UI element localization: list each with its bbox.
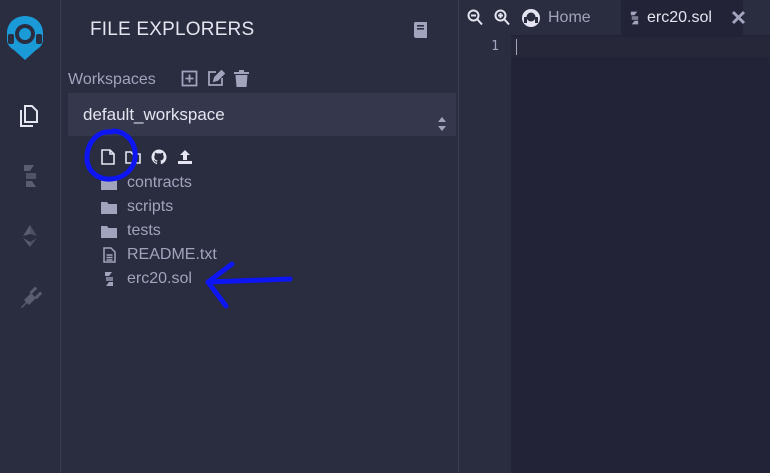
icon-panel	[0, 0, 61, 473]
zoom-in-icon[interactable]	[494, 9, 510, 31]
panel-title: FILE EXPLORERS	[90, 19, 255, 40]
workspace-select[interactable]: default_workspace	[68, 93, 456, 136]
line-number: 1	[491, 39, 499, 54]
tree-item-scripts[interactable]: scripts	[101, 196, 173, 218]
active-line-highlight	[511, 37, 770, 57]
tree-item-label: contracts	[127, 174, 192, 191]
solidity-icon	[629, 10, 640, 26]
editor-tabs: Home erc20.sol	[459, 0, 770, 35]
text-cursor	[516, 39, 517, 55]
file-explorer-panel: FILE EXPLORERS Workspaces default_worksp…	[61, 0, 459, 473]
documentation-icon[interactable]	[413, 21, 429, 44]
workspace-actions	[181, 69, 249, 92]
delete-workspace-icon[interactable]	[234, 70, 249, 92]
tree-item-label: tests	[127, 222, 161, 239]
tab-home[interactable]: Home	[521, 0, 591, 35]
tree-item-label: scripts	[127, 198, 174, 215]
tree-item-tests[interactable]: tests	[101, 220, 161, 242]
rename-workspace-icon[interactable]	[207, 69, 226, 92]
text-file-icon	[101, 247, 117, 263]
tab-erc20-sol[interactable]: erc20.sol	[621, 0, 743, 35]
editor-area: Home erc20.sol 1	[459, 0, 770, 473]
tree-item-label: erc20.sol	[127, 270, 192, 287]
upload-icon[interactable]	[177, 149, 193, 170]
home-icon	[521, 8, 541, 28]
deploy-run-icon[interactable]	[14, 220, 46, 252]
tab-home-label: Home	[548, 8, 591, 26]
zoom-out-icon[interactable]	[467, 9, 483, 31]
create-workspace-icon[interactable]	[181, 70, 198, 92]
new-folder-icon[interactable]	[125, 150, 141, 169]
remix-logo-icon[interactable]	[4, 14, 46, 62]
folder-icon	[101, 223, 117, 239]
workspaces-label: Workspaces	[68, 71, 156, 88]
solidity-compiler-icon[interactable]	[14, 160, 46, 192]
workspace-select-value: default_workspace	[83, 105, 225, 124]
file-actions	[101, 149, 193, 170]
file-explorer-icon[interactable]	[14, 100, 46, 132]
folder-icon	[101, 199, 117, 215]
github-icon[interactable]	[151, 149, 167, 170]
line-gutter	[459, 35, 511, 473]
tree-item-contracts[interactable]: contracts	[101, 172, 192, 194]
plugin-manager-icon[interactable]	[14, 280, 46, 312]
select-arrows-icon	[437, 106, 447, 149]
tree-item-readme[interactable]: README.txt	[101, 244, 217, 266]
tab-file-label: erc20.sol	[647, 8, 712, 26]
tree-item-erc20[interactable]: erc20.sol	[101, 268, 192, 290]
new-file-icon[interactable]	[101, 149, 115, 170]
solidity-icon	[101, 271, 117, 287]
tree-item-label: README.txt	[127, 246, 217, 263]
folder-icon	[101, 175, 117, 191]
close-tab-icon[interactable]	[731, 10, 746, 30]
